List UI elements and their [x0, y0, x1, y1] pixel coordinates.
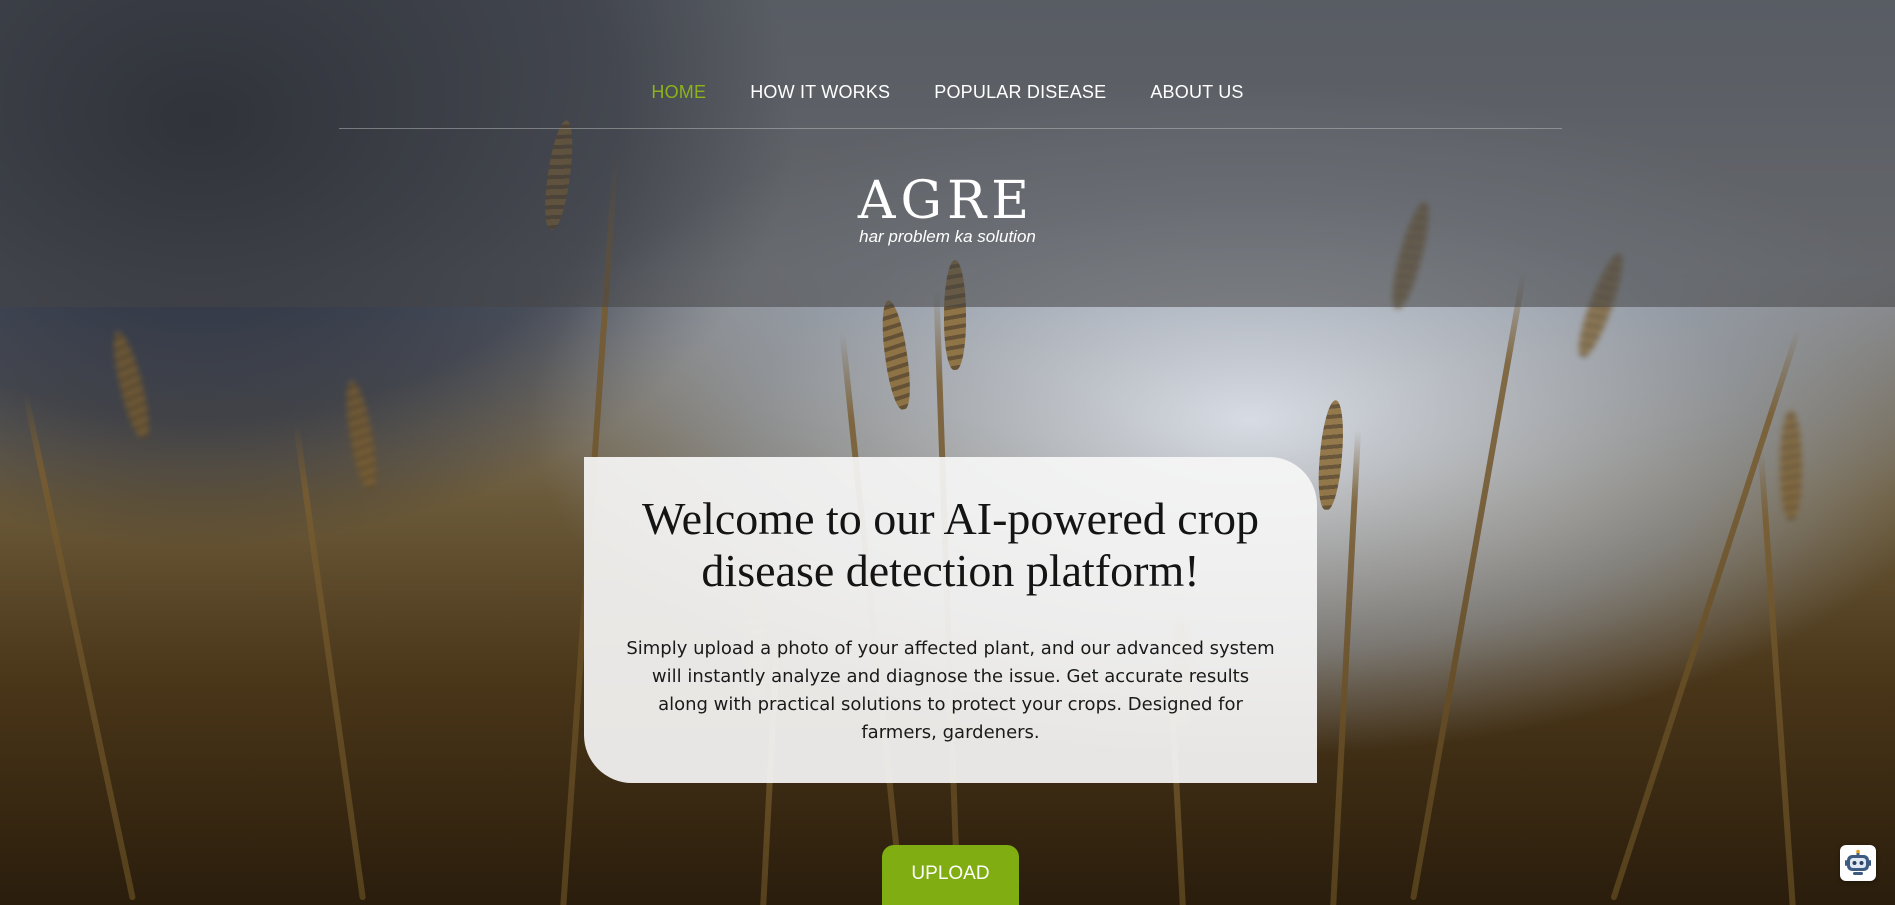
- robot-icon: [1845, 849, 1871, 875]
- nav-how-it-works[interactable]: HOW IT WORKS: [750, 82, 890, 103]
- nav-home[interactable]: HOME: [651, 82, 706, 103]
- nav-divider: [339, 128, 1562, 129]
- header: HOME HOW IT WORKS POPULAR DISEASE ABOUT …: [0, 0, 1895, 307]
- nav-about-us[interactable]: ABOUT US: [1150, 82, 1243, 103]
- hero-card: Welcome to our AI-powered crop disease d…: [584, 457, 1317, 783]
- brand-tagline: har problem ka solution: [859, 227, 1036, 246]
- hero-description: Simply upload a photo of your affected p…: [626, 638, 1275, 743]
- chatbot-launcher[interactable]: [1840, 845, 1876, 881]
- brand-logo[interactable]: AGRE har problem ka solution: [0, 175, 1895, 247]
- hero-heading: Welcome to our AI-powered crop disease d…: [641, 493, 1260, 596]
- nav-popular-disease[interactable]: POPULAR DISEASE: [934, 82, 1106, 103]
- brand-title: AGRE: [857, 171, 1035, 231]
- upload-button[interactable]: UPLOAD: [882, 845, 1019, 905]
- main-nav: HOME HOW IT WORKS POPULAR DISEASE ABOUT …: [0, 82, 1895, 103]
